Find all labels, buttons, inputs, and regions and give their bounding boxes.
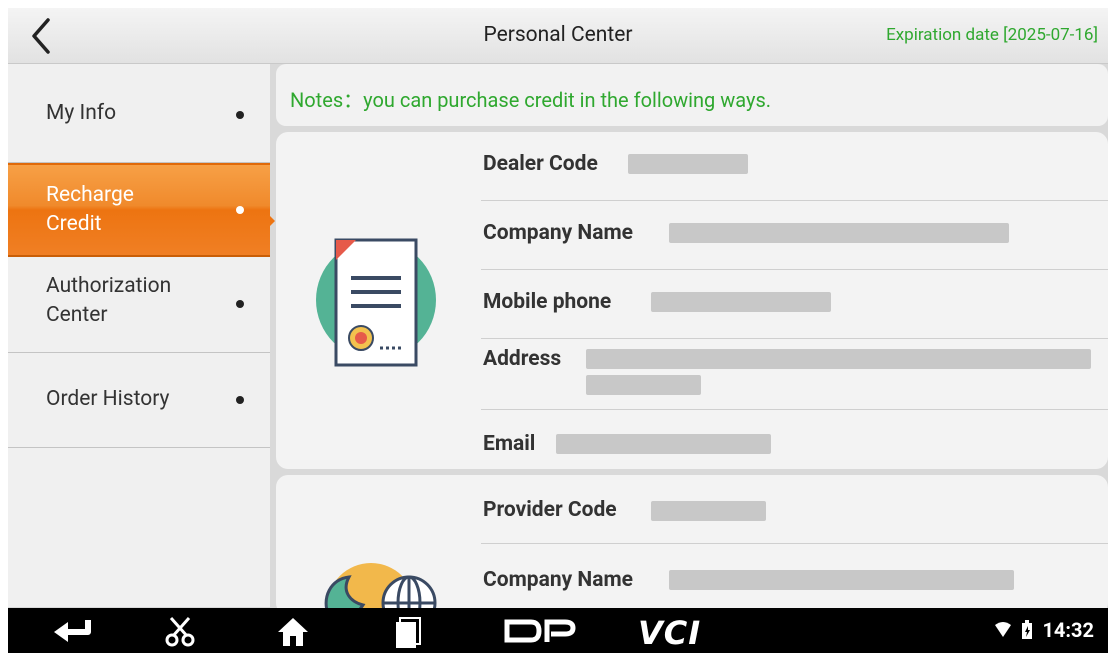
return-arrow-icon [54,620,91,642]
bullet-icon [236,396,244,404]
row-label: Mobile phone [483,290,612,314]
sidebar: My Info Recharge Credit Authorization Ce… [8,64,270,607]
home-button[interactable] [276,614,310,648]
row-label: Company Name [483,221,633,245]
vci-button[interactable]: VCI [638,614,708,652]
row-label: Address [483,347,562,371]
sidebar-item-order-history[interactable]: Order History [8,353,270,448]
sidebar-item-authorization-center[interactable]: Authorization Center [8,257,270,353]
notes-bar: Notes：you can purchase credit in the fol… [276,64,1108,126]
battery-icon [1022,619,1033,639]
redacted-value [651,292,831,312]
row-label: Email [483,432,536,456]
info-row-email: Email [481,410,1108,469]
info-row-provider-code: Provider Code [481,475,1108,544]
screen: Personal Center Expiration date [2025-07… [8,8,1108,653]
nav-back-button[interactable] [48,614,98,648]
info-row-mobile-phone: Mobile phone [481,270,1108,339]
provider-info-card: Provider Code Company Name [276,475,1108,615]
sidebar-item-label: Authorization Center [46,274,172,327]
redacted-value [556,434,771,454]
info-row-address: Address [481,339,1108,410]
expiration-date: Expiration date [2025-07-16] [886,25,1098,45]
redacted-value [628,154,748,174]
redacted-value [586,375,701,395]
redacted-value [651,501,766,521]
system-nav-bar: VCI 14:32 [8,608,1108,653]
wifi-icon [995,621,1012,637]
notes-text: Notes：you can purchase credit in the fol… [290,88,772,112]
bullet-icon [236,300,244,308]
row-label: Dealer Code [483,152,598,176]
info-row-dealer-code: Dealer Code [481,132,1108,201]
vci-label: VCI [638,614,702,652]
dealer-info-card: Dealer Code Company Name Mobile phone Ad… [276,132,1108,469]
home-icon [278,618,308,646]
sidebar-item-recharge-credit[interactable]: Recharge Credit [8,163,270,257]
recent-apps-button[interactable] [391,614,425,648]
bullet-icon [236,111,244,119]
sidebar-item-label: My Info [46,101,117,125]
sidebar-item-label: Order History [46,387,170,411]
redacted-value [669,223,1009,243]
dp-button[interactable] [503,614,578,648]
dp-logo-icon [504,619,576,643]
redacted-value [586,349,1091,369]
globe-icon [311,557,451,615]
clock-time: 14:32 [1042,617,1094,642]
row-label: Provider Code [483,498,617,522]
info-row-company-name: Company Name [481,201,1108,270]
sidebar-item-my-info[interactable]: My Info [8,64,270,163]
scissors-icon [165,617,195,647]
bullet-icon [236,206,244,214]
header-bar: Personal Center Expiration date [2025-07… [8,8,1108,64]
recent-apps-icon [396,617,421,648]
sidebar-item-label: Recharge Credit [46,183,134,236]
redacted-value [669,570,1014,590]
row-label: Company Name [483,568,633,592]
status-area: 14:32 [994,616,1094,642]
screenshot-button[interactable] [163,614,197,648]
active-indicator [270,216,275,226]
certificate-icon [306,230,446,374]
info-row-provider-company-name: Company Name [481,544,1108,615]
